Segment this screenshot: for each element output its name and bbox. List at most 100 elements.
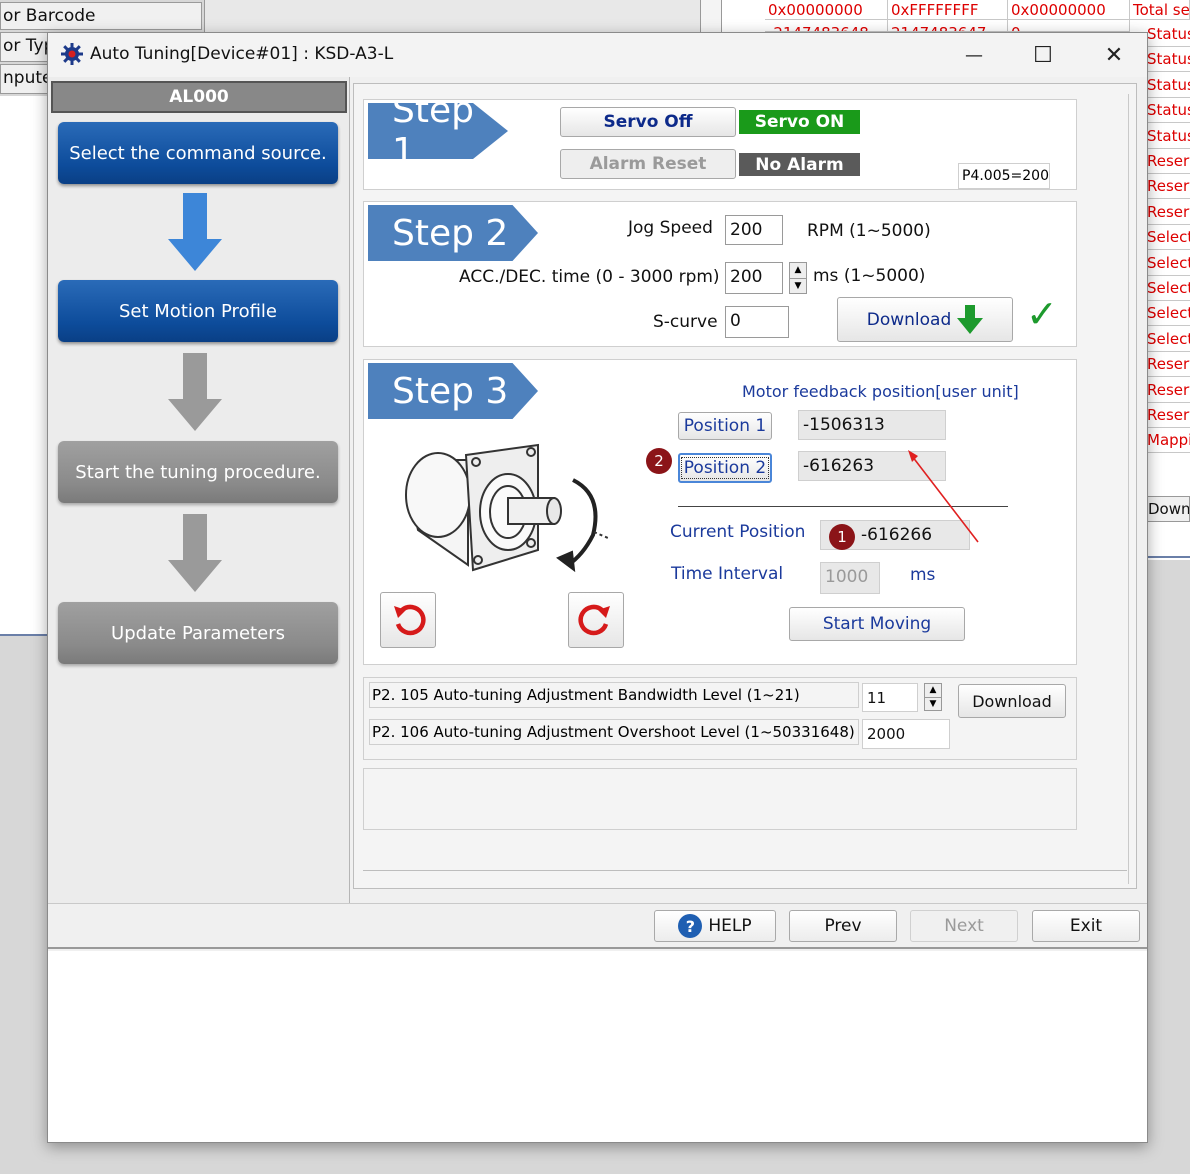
bg-cell-barcode: or Barcode bbox=[0, 2, 202, 30]
help-icon: ? bbox=[678, 914, 703, 938]
bg-right-row: Select c bbox=[1147, 326, 1190, 352]
bg-right-row: Reserve bbox=[1147, 377, 1190, 403]
acc-dec-unit: ms (1~5000) bbox=[813, 266, 926, 286]
bg-right-row: Select c bbox=[1147, 250, 1190, 276]
p2106-input[interactable]: 2000 bbox=[862, 719, 950, 749]
bg-cell-type: or Typ bbox=[0, 32, 48, 62]
spin-up-icon[interactable]: ▲ bbox=[790, 263, 806, 279]
p2106-label: P2. 106 Auto-tuning Adjustment Overshoot… bbox=[369, 719, 859, 745]
time-interval-input[interactable]: 1000 bbox=[820, 562, 880, 594]
close-button[interactable]: ✕ bbox=[1090, 33, 1138, 77]
next-button[interactable]: Next bbox=[910, 910, 1018, 942]
step-update-parameters[interactable]: Update Parameters bbox=[58, 602, 338, 664]
position-2-button[interactable]: Position 2 bbox=[678, 453, 772, 483]
acc-dec-stepper[interactable]: ▲ ▼ bbox=[789, 262, 807, 294]
bg-right-row: Select c bbox=[1147, 301, 1190, 327]
rotate-cw-icon bbox=[578, 600, 614, 641]
p2105-stepper[interactable]: ▲ ▼ bbox=[924, 683, 942, 711]
arrow-down-icon bbox=[168, 353, 222, 433]
exit-button[interactable]: Exit bbox=[1032, 910, 1140, 942]
bg-right-blue-line bbox=[1147, 556, 1190, 558]
bg-hex-sub-3: 0 bbox=[1008, 20, 1130, 32]
alarm-status-text: No Alarm bbox=[755, 154, 844, 175]
servo-off-label: Servo Off bbox=[603, 112, 693, 132]
bg-right-row: Reserve bbox=[1147, 403, 1190, 428]
p2105-label: P2. 105 Auto-tuning Adjustment Bandwidth… bbox=[369, 682, 859, 708]
p2105-input[interactable]: 11 bbox=[862, 683, 918, 712]
title-bar[interactable]: Auto Tuning[Device#01] : KSD-A3-L — ☐ ✕ bbox=[48, 33, 1147, 77]
close-icon: ✕ bbox=[1104, 42, 1124, 68]
bg-right-row: Mapping bbox=[1147, 428, 1190, 454]
minimize-icon: — bbox=[965, 44, 983, 66]
jog-speed-label: Jog Speed bbox=[628, 218, 713, 238]
spin-down-icon[interactable]: ▼ bbox=[790, 279, 806, 294]
bg-hex-sub-2: 2147483647 bbox=[888, 20, 1008, 32]
step-label: Set Motion Profile bbox=[119, 300, 277, 322]
motor-feedback-label: Motor feedback position[user unit] bbox=[742, 382, 1019, 401]
current-position-label: Current Position bbox=[670, 522, 806, 542]
footer-bar: ? HELP Prev Next Exit bbox=[48, 903, 1147, 949]
position-1-label: Position 1 bbox=[683, 416, 767, 436]
rotate-ccw-button[interactable] bbox=[380, 592, 436, 648]
bg-right-row: Reserve bbox=[1147, 149, 1190, 174]
bg-hex-4: Total se bbox=[1130, 0, 1190, 20]
bg-right-row: Reserve bbox=[1147, 174, 1190, 200]
bg-cell-computer: nputer bbox=[0, 64, 48, 94]
step3-panel: Step 3 Motor feedback position[user unit… bbox=[363, 359, 1077, 665]
jog-speed-input[interactable]: 200 bbox=[725, 215, 783, 245]
empty-info-panel bbox=[363, 768, 1077, 830]
step-list-panel: AL000 Select the command source. Set Mot… bbox=[48, 77, 350, 903]
next-label: Next bbox=[944, 916, 984, 936]
jog-speed-unit: RPM (1~5000) bbox=[807, 221, 931, 241]
time-interval-label: Time Interval bbox=[671, 564, 784, 584]
params-download-button[interactable]: Download bbox=[958, 684, 1066, 718]
step1-flag: Step 1 bbox=[368, 103, 508, 159]
alarm-reset-button[interactable]: Alarm Reset bbox=[560, 149, 736, 179]
step-start-tuning[interactable]: Start the tuning procedure. bbox=[58, 441, 338, 503]
time-interval-unit: ms bbox=[910, 565, 936, 585]
prev-button[interactable]: Prev bbox=[789, 910, 897, 942]
help-button[interactable]: ? HELP bbox=[654, 910, 776, 942]
prev-label: Prev bbox=[824, 916, 862, 936]
step2-download-button[interactable]: Download bbox=[837, 297, 1013, 342]
step-set-motion-profile[interactable]: Set Motion Profile bbox=[58, 280, 338, 342]
servo-off-button[interactable]: Servo Off bbox=[560, 107, 736, 137]
bg-right-row: Status m bbox=[1147, 72, 1190, 98]
step3-title: Step 3 bbox=[392, 370, 509, 412]
spin-up-icon[interactable]: ▲ bbox=[925, 684, 941, 698]
step1-title: Step 1 bbox=[392, 90, 474, 172]
alarm-reset-label: Alarm Reset bbox=[589, 154, 707, 174]
rotate-cw-button[interactable] bbox=[568, 592, 624, 648]
position-2-label: Position 2 bbox=[680, 457, 770, 479]
arrow-down-icon bbox=[168, 193, 222, 273]
gear-icon bbox=[60, 42, 84, 66]
scurve-label: S-curve bbox=[653, 312, 718, 332]
step2-panel: Step 2 Jog Speed 200 RPM (1~5000) ACC./D… bbox=[363, 201, 1077, 347]
arrow-down-icon bbox=[168, 514, 222, 594]
exit-label: Exit bbox=[1069, 916, 1103, 936]
step-label: Update Parameters bbox=[111, 622, 285, 644]
minimize-button[interactable]: — bbox=[950, 33, 998, 77]
spin-down-icon[interactable]: ▼ bbox=[925, 698, 941, 711]
bg-right-row: Select c bbox=[1147, 276, 1190, 301]
bg-hex-3: 0x00000000 bbox=[1008, 0, 1130, 20]
bg-right-row: Status m bbox=[1147, 98, 1190, 124]
servo-status-badge: Servo ON bbox=[739, 110, 860, 134]
lower-blank-area bbox=[48, 951, 1147, 1142]
position-1-value: -1506313 bbox=[798, 410, 946, 440]
acc-dec-label: ACC./DEC. time (0 - 3000 rpm) bbox=[459, 267, 720, 287]
start-moving-label: Start Moving bbox=[822, 614, 932, 634]
annotation-arrow bbox=[908, 450, 979, 543]
motor-illustration bbox=[398, 440, 618, 580]
step2-title: Step 2 bbox=[392, 212, 509, 254]
acc-dec-input[interactable]: 200 bbox=[725, 262, 783, 294]
bottom-line bbox=[363, 870, 1127, 871]
rotate-ccw-icon bbox=[390, 600, 426, 641]
start-moving-button[interactable]: Start Moving bbox=[789, 607, 965, 641]
step-select-command-source[interactable]: Select the command source. bbox=[58, 122, 338, 184]
bg-right-rows: Status mStatus mStatus mStatus mStatus m… bbox=[1147, 22, 1190, 462]
params-download-label: Download bbox=[972, 691, 1052, 711]
position-1-button[interactable]: Position 1 bbox=[678, 412, 772, 440]
maximize-button[interactable]: ☐ bbox=[1019, 33, 1067, 77]
scurve-input[interactable]: 0 bbox=[725, 306, 789, 338]
